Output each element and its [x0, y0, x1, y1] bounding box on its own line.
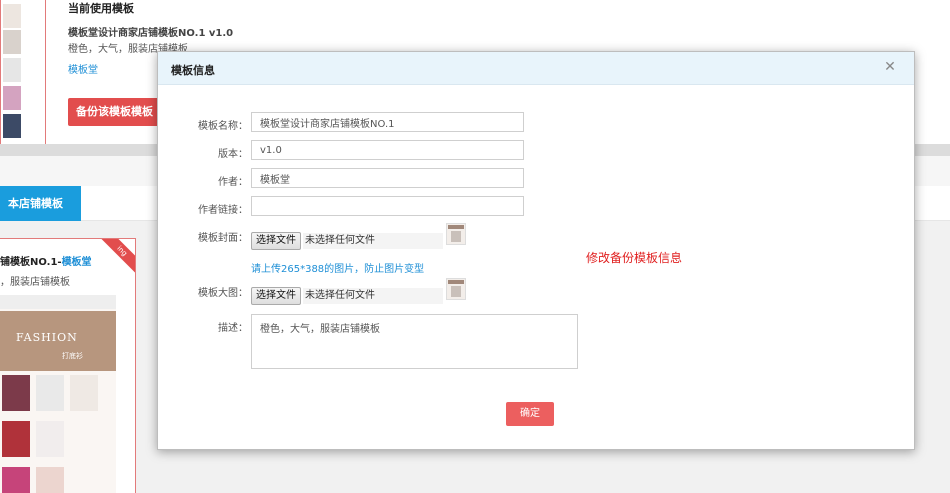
thumb-item — [3, 114, 21, 138]
preview-product — [2, 375, 30, 411]
author-link-input[interactable] — [251, 196, 524, 216]
description-label: 描述： — [218, 323, 248, 334]
preview-product — [36, 421, 64, 457]
upload-size-hint: 请上传265*388的图片，防止图片变型 — [251, 264, 425, 275]
current-template-heading: 当前使用模板 — [68, 2, 134, 15]
dialog-title: 模板信息 — [171, 64, 215, 77]
confirm-button[interactable]: 确定 — [506, 402, 554, 426]
description-textarea[interactable]: 橙色，大气，服装店铺模板 — [251, 314, 578, 369]
thumb-item — [3, 30, 21, 54]
big-image-no-file-text: 未选择任何文件 — [303, 288, 443, 304]
version-label: 版本： — [218, 149, 248, 160]
template-name-input[interactable] — [251, 112, 524, 132]
template-card-description: ，服装店铺模板 — [0, 277, 70, 288]
thumb-item — [3, 86, 21, 110]
big-image-choose-file-button[interactable]: 选择文件 — [251, 287, 301, 305]
preview-product — [2, 467, 30, 493]
author-link-label: 作者链接： — [198, 205, 248, 216]
preview-product — [70, 375, 98, 411]
preview-banner-text: FASHION — [16, 331, 78, 344]
preview-product — [36, 375, 64, 411]
thumb-item — [3, 4, 21, 28]
preview-banner-subtext: 打底衫 — [62, 352, 83, 360]
tab-store-templates[interactable]: 本店铺模板 — [0, 186, 81, 221]
cover-label: 模板封面： — [198, 233, 248, 244]
template-name-label: 模板名称： — [198, 121, 248, 132]
current-template-name: 模板堂设计商家店铺模板NO.1 v1.0 — [68, 28, 234, 39]
version-input[interactable] — [251, 140, 524, 160]
card-title-text: 铺模板NO.1- — [0, 257, 62, 268]
in-use-ribbon: ing — [95, 239, 135, 278]
preview-product — [2, 421, 30, 457]
cover-choose-file-button[interactable]: 选择文件 — [251, 232, 301, 250]
close-icon[interactable]: ✕ — [882, 59, 898, 75]
preview-header — [0, 295, 116, 309]
current-template-author-link[interactable]: 模板堂 — [68, 61, 98, 76]
preview-product — [36, 467, 64, 493]
dialog-header: 模板信息 ✕ — [158, 52, 914, 85]
author-label: 作者： — [218, 177, 248, 188]
template-card[interactable]: ing 铺模板NO.1-模板堂 ，服装店铺模板 FASHION 打底衫 — [0, 238, 136, 493]
big-image-thumbnail — [446, 278, 466, 300]
card-title-author[interactable]: 模板堂 — [62, 257, 92, 268]
template-info-dialog: 模板信息 ✕ 模板名称： 版本： 作者： 作者链接： 模板封面： 选择文件 未选… — [157, 51, 915, 450]
annotation-text: 修改备份模板信息 — [586, 251, 683, 265]
backup-template-button[interactable]: 备份该模板模板 — [68, 98, 163, 126]
template-card-title: 铺模板NO.1-模板堂 — [0, 253, 92, 268]
cover-no-file-text: 未选择任何文件 — [303, 233, 443, 249]
template-preview-image[interactable]: FASHION 打底衫 — [0, 295, 116, 493]
thumb-item — [3, 58, 21, 82]
current-template-thumbnail — [0, 0, 46, 148]
author-input[interactable] — [251, 168, 524, 188]
cover-thumbnail — [446, 223, 466, 245]
big-image-label: 模板大图： — [198, 288, 248, 299]
